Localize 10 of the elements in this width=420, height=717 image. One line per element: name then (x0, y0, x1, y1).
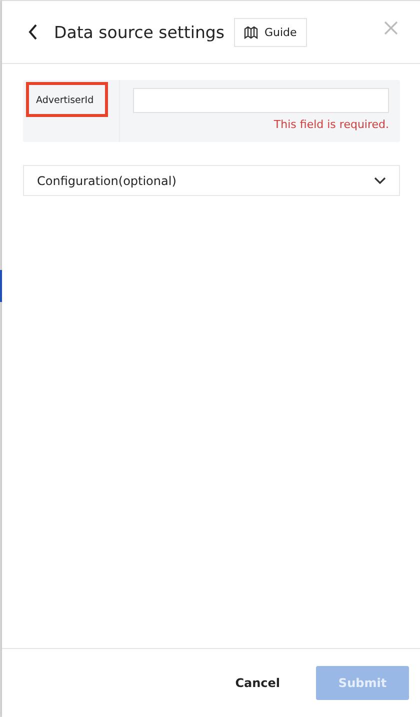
cancel-button[interactable]: Cancel (225, 668, 290, 698)
section-header[interactable]: Configuration(optional) (23, 165, 400, 196)
guide-button[interactable]: Guide (234, 18, 307, 46)
book-icon (244, 26, 258, 38)
close-icon[interactable] (384, 21, 398, 35)
field-label: AdvertiserId (26, 82, 108, 117)
error-message: This field is required. (274, 118, 389, 131)
window-title: Data source settings (54, 22, 224, 42)
input-field[interactable] (133, 88, 389, 113)
back-icon (28, 24, 38, 40)
